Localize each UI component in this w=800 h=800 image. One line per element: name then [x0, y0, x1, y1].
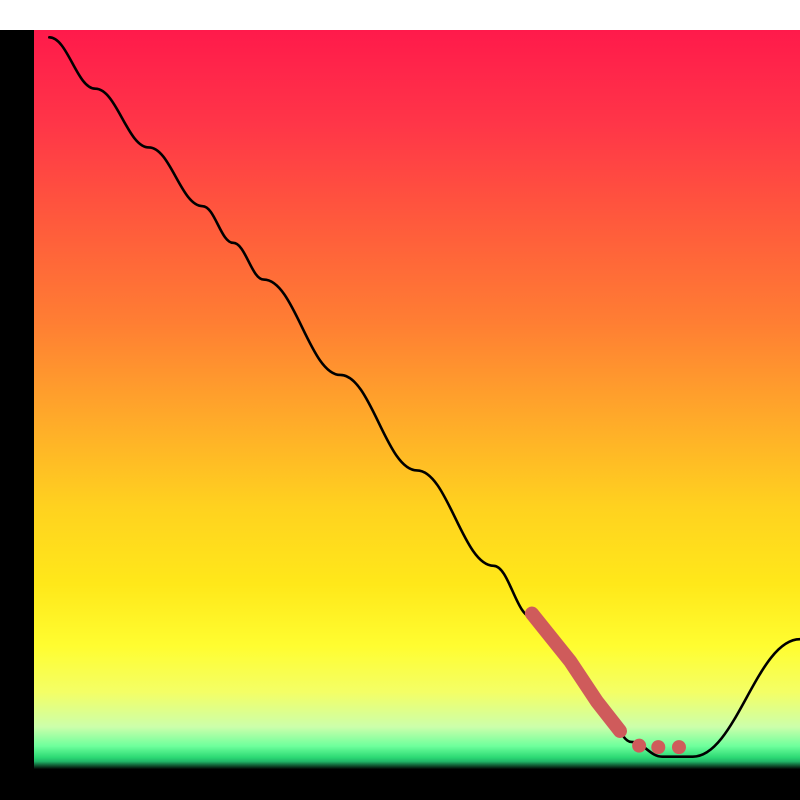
- frame-left: [0, 30, 34, 800]
- heatmap-background: [0, 30, 800, 800]
- optimal-dots-group: [632, 739, 686, 754]
- optimal-dot: [672, 740, 686, 754]
- bottleneck-chart: [0, 0, 800, 800]
- optimal-dot: [651, 740, 665, 754]
- chart-stage: TheBottleneck.com: [0, 0, 800, 800]
- optimal-dot: [632, 739, 646, 753]
- top-white-strip: [0, 0, 800, 30]
